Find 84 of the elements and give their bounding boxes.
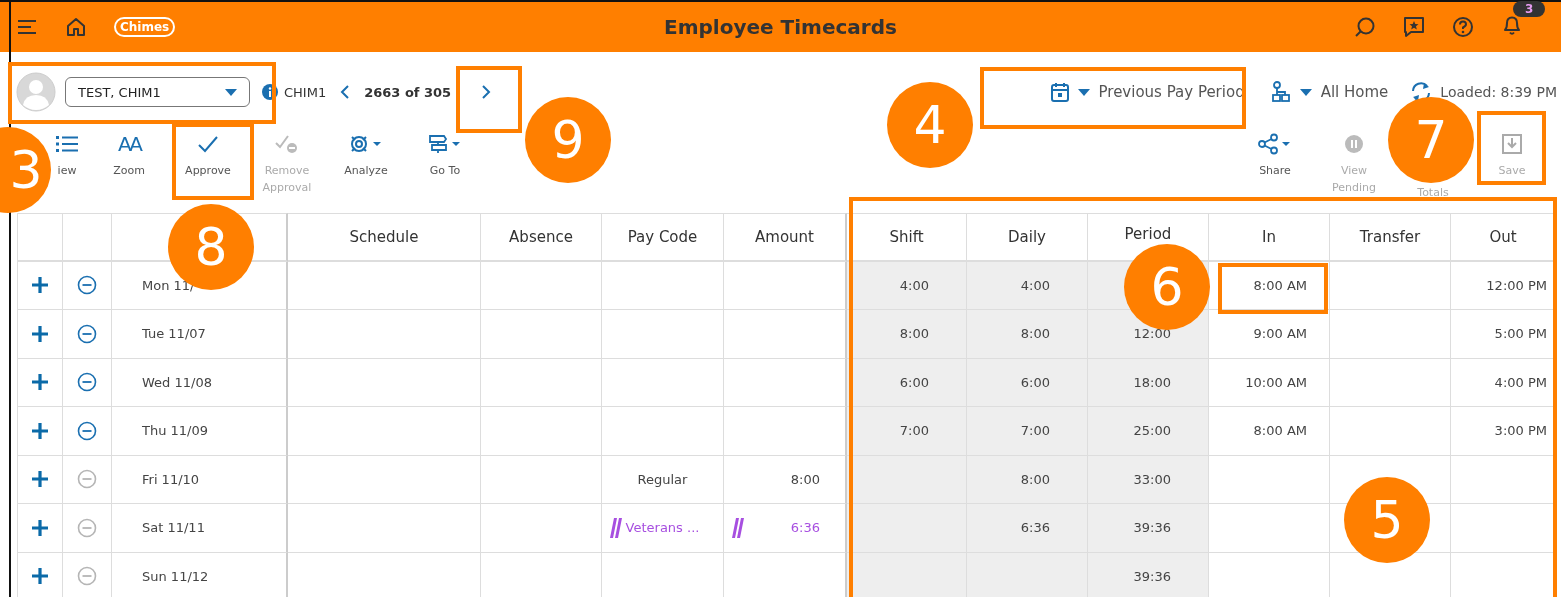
menu-icon[interactable]	[18, 19, 38, 35]
caret-icon	[1299, 88, 1312, 96]
table-cell: Regular	[602, 455, 724, 504]
toolbar-button[interactable]: Approve	[177, 132, 239, 196]
pause-icon	[1344, 132, 1364, 156]
add-icon[interactable]	[31, 276, 49, 295]
signpost-icon	[428, 132, 462, 156]
chat-star-icon[interactable]	[1403, 16, 1425, 38]
column-header[interactable]: Schedule	[349, 228, 419, 246]
remove-icon[interactable]	[77, 420, 97, 441]
org-chart-icon	[1270, 81, 1291, 103]
table-cell: 25:00	[1088, 407, 1209, 456]
remove-icon[interactable]	[77, 275, 97, 296]
column-header[interactable]: Period	[1124, 225, 1172, 243]
table-cell: 18:00	[1088, 358, 1209, 407]
callout-number: 7	[1388, 97, 1474, 183]
cell-text: Veterans ...	[625, 520, 700, 536]
info-icon[interactable]	[262, 84, 278, 100]
loaded-time: Loaded: 8:39 PM	[1440, 84, 1557, 100]
table-cell: 8:00	[967, 310, 1088, 359]
toolbar-button[interactable]: Analyze	[335, 132, 397, 196]
home-icon[interactable]	[66, 17, 86, 37]
caret-icon	[1077, 88, 1090, 96]
table-cell: Sun 11/12	[112, 552, 288, 597]
column-header[interactable]: Daily	[1008, 228, 1046, 246]
caret-icon	[225, 88, 237, 96]
table-cell: 33:00	[1088, 455, 1209, 504]
table-cell: 39:36	[1088, 504, 1209, 553]
table-cell: 4:00	[967, 261, 1088, 310]
add-icon[interactable]	[31, 421, 49, 440]
toolbar-button[interactable]: Go To	[414, 132, 476, 196]
toolbar-button[interactable]: AA Zoom	[98, 132, 160, 196]
table-cell: 4:00	[847, 261, 967, 310]
callout-number: 9	[525, 97, 611, 183]
table-cell: 8:00	[847, 310, 967, 359]
add-icon[interactable]	[31, 470, 49, 489]
highlight-frame	[456, 66, 522, 133]
page-title: Employee Timecards	[664, 15, 897, 39]
toolbar-button[interactable]: Share	[1244, 132, 1306, 201]
table-cell: Tue 11/07	[112, 310, 288, 359]
column-header[interactable]: Transfer	[1359, 228, 1421, 246]
save-icon	[1500, 132, 1524, 156]
callout-number: 3	[0, 127, 51, 213]
employee-id: CHIM1	[284, 84, 327, 100]
calendar-icon	[1050, 82, 1069, 102]
avatar-icon	[16, 72, 56, 112]
table-cell: 39:36	[1088, 552, 1209, 597]
table-cell: Sat 11/11	[112, 504, 288, 553]
search-icon[interactable]	[1354, 16, 1376, 38]
table-cell: 6:00	[967, 358, 1088, 407]
table-cell: 7:00	[847, 407, 967, 456]
text-size-icon: AA	[118, 132, 140, 156]
cell-text: 6:36	[790, 520, 820, 536]
location-selector[interactable]: All Home	[1270, 81, 1389, 103]
share-icon	[1258, 132, 1292, 156]
table-cell: Fri 11/10	[112, 455, 288, 504]
callout-number: 4	[887, 82, 973, 168]
help-icon[interactable]	[1452, 16, 1474, 38]
add-icon[interactable]	[31, 567, 49, 586]
add-icon[interactable]	[31, 373, 49, 392]
column-header[interactable]: In	[1262, 228, 1276, 246]
employee-dropdown[interactable]: TEST, CHIM1	[65, 77, 250, 107]
table-cell: 9:00 AM	[1209, 310, 1330, 359]
notification-badge: 3	[1513, 1, 1546, 17]
remove-icon[interactable]	[77, 372, 97, 393]
column-header[interactable]: Amount	[755, 228, 814, 246]
add-icon[interactable]	[31, 324, 49, 343]
table-cell: 6:36	[967, 504, 1088, 553]
table-cell: 8:00 AM	[1209, 261, 1330, 310]
callout-number: 5	[1344, 477, 1430, 563]
table-cell: Thu 11/09	[112, 407, 288, 456]
add-icon[interactable]	[31, 518, 49, 537]
table-cell: 10:00 AM	[1209, 358, 1330, 407]
bell-icon[interactable]	[1501, 14, 1523, 36]
column-header[interactable]: Out	[1489, 228, 1517, 246]
remove-icon[interactable]	[77, 323, 97, 344]
table-cell: Wed 11/08	[112, 358, 288, 407]
column-header[interactable]: Shift	[889, 228, 924, 246]
column-header[interactable]: Absence	[509, 228, 573, 246]
table-cell: 8:00	[967, 455, 1088, 504]
table-cell: 8:00 AM	[1209, 407, 1330, 456]
table-cell: 7:00	[967, 407, 1088, 456]
record-counter: 2663 of 305	[364, 84, 452, 100]
table-cell: 6:00	[847, 358, 967, 407]
